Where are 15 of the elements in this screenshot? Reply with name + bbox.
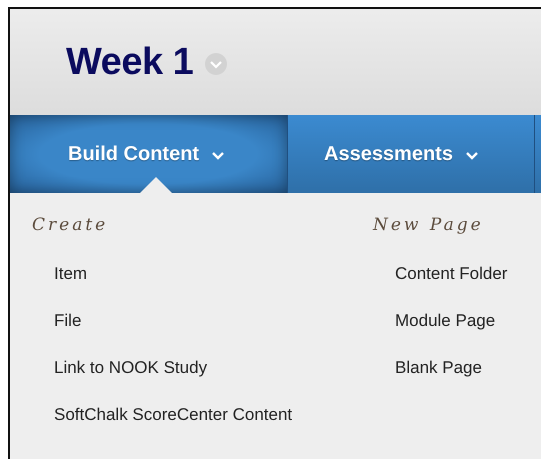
menu-item[interactable]: SoftChalk ScoreCenter Content: [54, 404, 292, 451]
chevron-circle-icon[interactable]: [205, 53, 228, 75]
menu-tab[interactable]: Build Content: [10, 115, 288, 193]
chevron-down-icon: [464, 151, 479, 161]
menu-item[interactable]: Module Page: [395, 310, 496, 357]
page-title: Week 1: [66, 40, 194, 84]
section-heading: Create: [32, 215, 108, 235]
menu-item[interactable]: Item: [54, 263, 88, 310]
menu-item[interactable]: File: [54, 310, 82, 357]
menu-tab[interactable]: Assessments: [288, 115, 535, 193]
menu-item[interactable]: Link to NOOK Study: [54, 357, 208, 404]
chevron-down-icon: [211, 151, 226, 161]
menu-item[interactable]: Content Folder: [395, 263, 508, 310]
menu-item[interactable]: Blank Page: [395, 357, 482, 404]
section-heading: New Page: [373, 215, 484, 235]
